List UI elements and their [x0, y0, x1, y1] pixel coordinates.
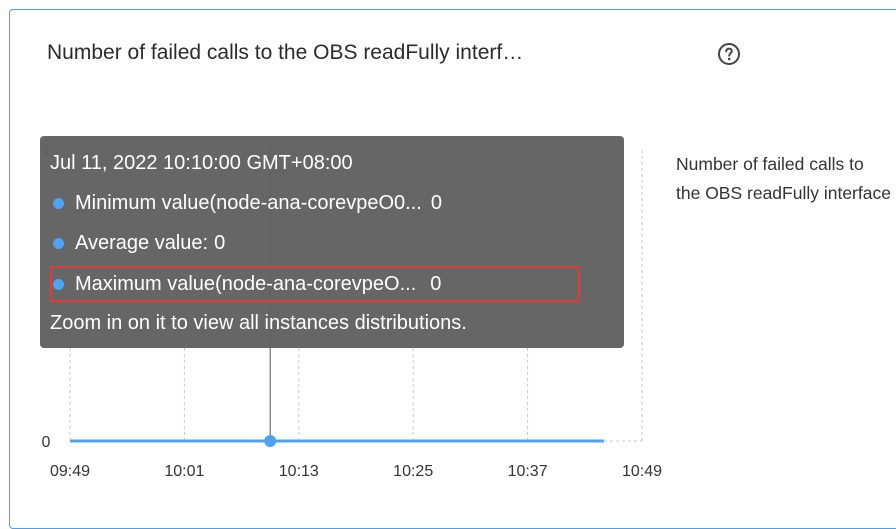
tooltip-hint: Zoom in on it to view all instances dist…	[50, 312, 467, 334]
x-tick-label: 09:49	[50, 463, 90, 480]
tooltip-row-value: 0	[430, 192, 442, 214]
tooltip-row-value: 0	[430, 273, 442, 295]
tooltip-row-average: Average value: 0	[53, 232, 225, 255]
tooltip-row-maximum: Maximum value(node-ana-corevpeO... 0	[53, 273, 441, 296]
x-tick-label: 10:49	[622, 463, 662, 480]
tooltip-row-value: 0	[214, 232, 226, 254]
series-dot-icon	[53, 198, 64, 209]
legend-label[interactable]: Number of failed calls to the OBS readFu…	[676, 150, 891, 208]
tooltip-row-label: Average value:	[75, 232, 209, 254]
x-tick-label: 10:25	[393, 463, 433, 480]
series-dot-icon	[53, 238, 64, 249]
tooltip-row-minimum: Minimum value(node-ana-corevpeO0... 0	[53, 192, 442, 215]
tooltip-timestamp: Jul 11, 2022 10:10:00 GMT+08:00	[50, 152, 353, 174]
chart-tooltip: Jul 11, 2022 10:10:00 GMT+08:00 Minimum …	[40, 136, 624, 348]
x-tick-label: 10:13	[279, 463, 319, 480]
hovered-data-point	[264, 435, 277, 447]
tooltip-row-label: Maximum value(node-ana-corevpeO...	[75, 273, 417, 295]
x-tick-label: 10:37	[508, 463, 548, 480]
x-tick-label: 10:01	[164, 463, 204, 480]
series-dot-icon	[53, 279, 64, 290]
tooltip-row-label: Minimum value(node-ana-corevpeO0...	[75, 192, 422, 214]
y-tick-label: 0	[42, 434, 51, 451]
